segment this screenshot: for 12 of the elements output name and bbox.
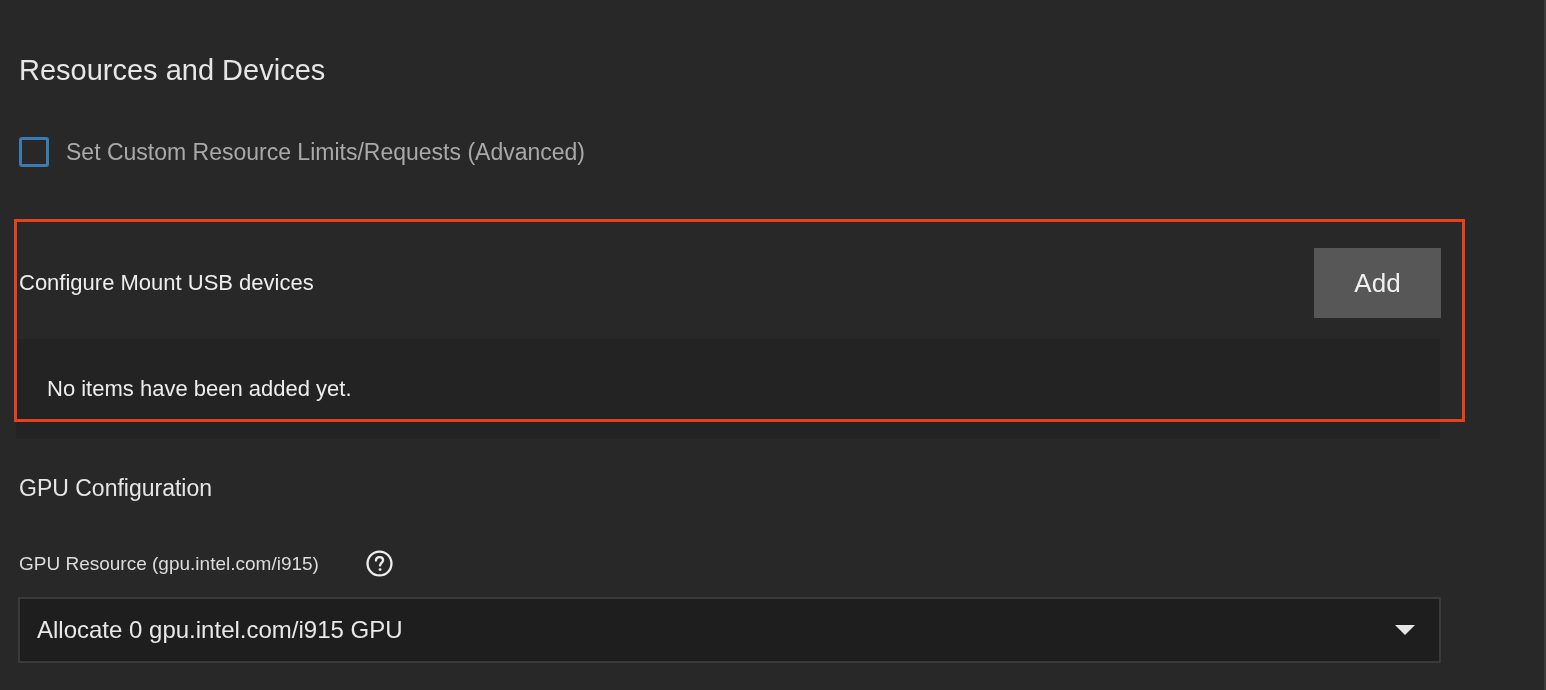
- gpu-select[interactable]: Allocate 0 gpu.intel.com/i915 GPU: [18, 597, 1441, 663]
- gpu-resource-label: GPU Resource (gpu.intel.com/i915): [19, 552, 319, 575]
- section-title: Resources and Devices: [19, 53, 326, 87]
- gpu-heading: GPU Configuration: [19, 475, 213, 501]
- help-icon[interactable]: [365, 550, 393, 577]
- add-button[interactable]: Add: [1314, 248, 1441, 318]
- checkbox-label: Set Custom Resource Limits/Requests (Advanced): [66, 138, 585, 166]
- caret-icon: [1395, 625, 1415, 635]
- empty-list-message: No items have been added yet.: [47, 376, 352, 402]
- select-value: Allocate 0 gpu.intel.com/i915 GPU: [37, 616, 403, 644]
- usb-devices-label: Configure Mount USB devices: [19, 270, 314, 296]
- checkbox[interactable]: [19, 137, 49, 167]
